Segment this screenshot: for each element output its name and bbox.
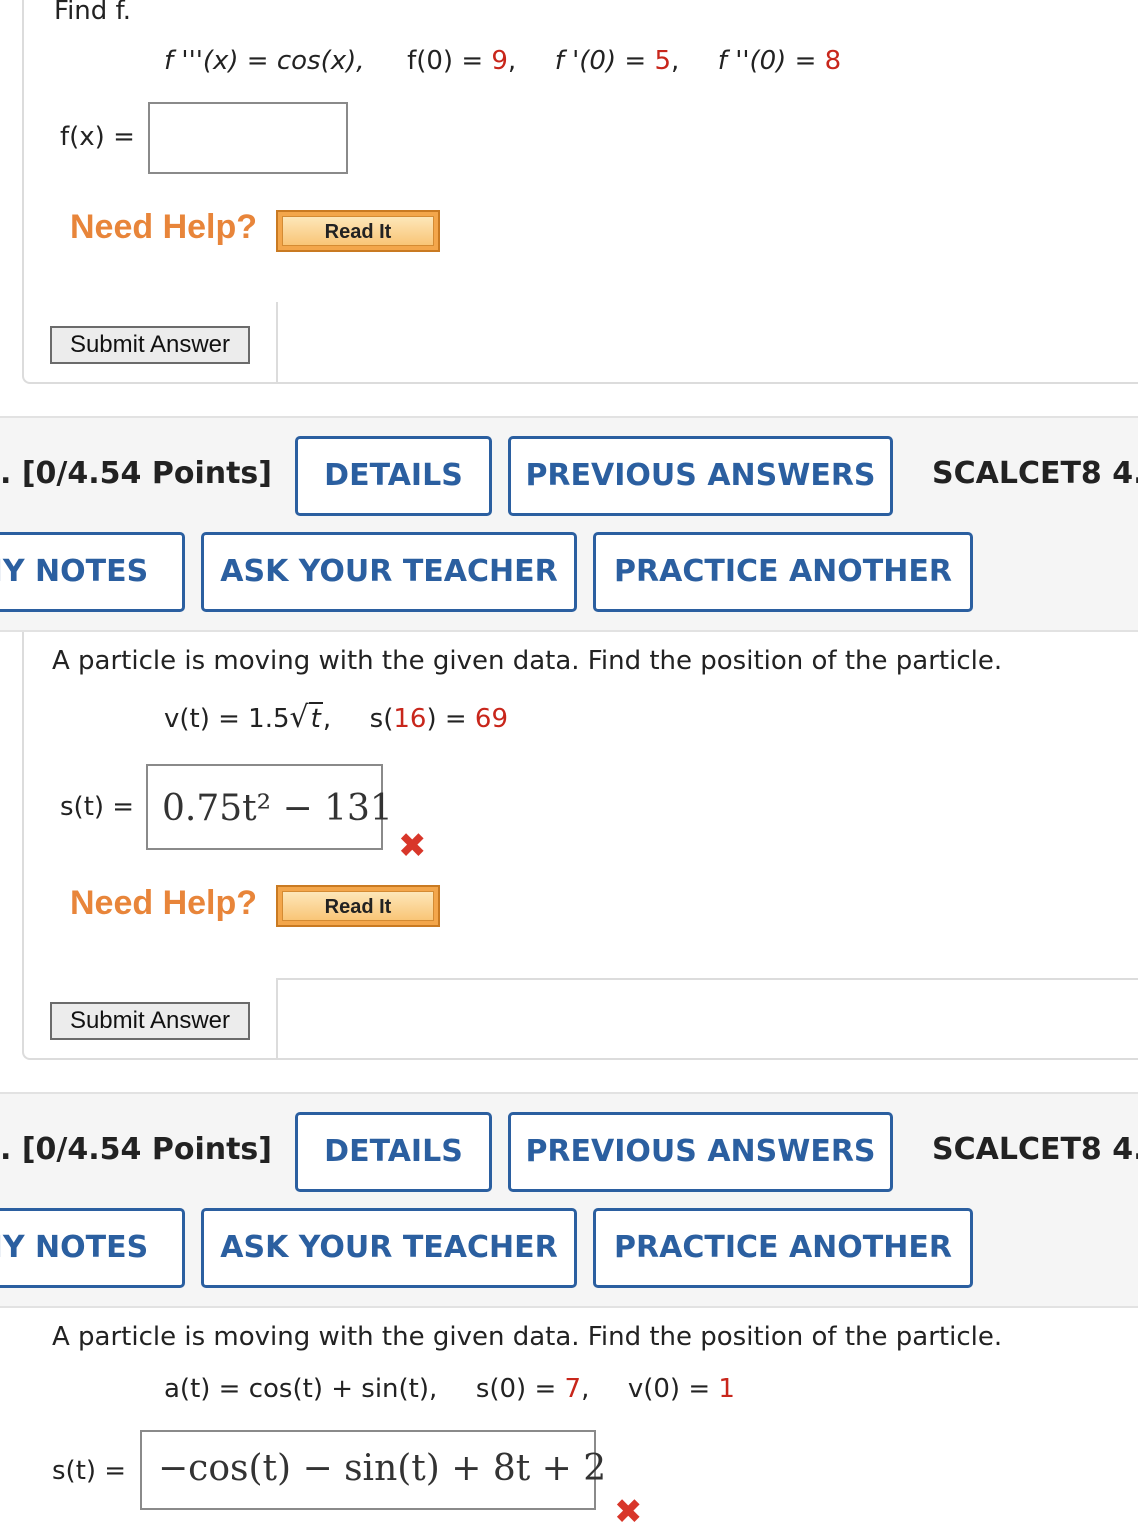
f0-value: 9 [491, 46, 508, 76]
v0-label: v(0) = [627, 1374, 719, 1404]
my-notes-label: MY NOTES [0, 554, 149, 589]
panel-notch-fill [278, 302, 1138, 382]
question-2-answer-input[interactable]: 0.75t² − 131 [146, 764, 393, 850]
question-1-submit-button[interactable]: Submit Answer [50, 326, 250, 364]
question-3-my-notes-button[interactable]: MY NOTES [0, 1208, 185, 1288]
question-3-answer-input[interactable]: −cos(t) − sin(t) + 8t + 2 [140, 1430, 606, 1510]
position-value: 69 [474, 704, 509, 734]
position-label-pre: s( [369, 704, 394, 734]
question-3-details-button[interactable]: DETAILS [295, 1112, 492, 1192]
acceleration-text: a(t) = cos(t) + sin(t), [164, 1374, 438, 1404]
my-notes-label: MY NOTES [0, 1230, 149, 1265]
sqrt-expression: √t [290, 700, 323, 735]
question-3-prompt: A particle is moving with the given data… [52, 1322, 1003, 1352]
panel-notch-edge [276, 978, 278, 1060]
incorrect-icon: ✖ [398, 826, 427, 866]
question-1-prompt: Find f. [54, 0, 132, 26]
question-2-need-help: Need Help? [70, 884, 258, 922]
question-2-course-code: SCALCET8 4.9 [932, 456, 1138, 491]
f1-label: f '(0) = [554, 46, 655, 76]
s0-value: 7 [564, 1374, 582, 1404]
position-label-post: ) = [426, 704, 475, 734]
f2-value: 8 [824, 46, 842, 76]
f2-label: f ''(0) = [717, 46, 825, 76]
f-triple-prime: f '''(x) = cos(x), [164, 46, 365, 76]
s0-label: s(0) = [475, 1374, 565, 1404]
question-1-given: f '''(x) = cos(x), f(0) = 9, f '(0) = 5,… [164, 46, 842, 76]
question-1-answer-label: f(x) = [60, 122, 135, 152]
question-2-submit-button[interactable]: Submit Answer [50, 1002, 250, 1040]
incorrect-icon: ✖ [614, 1492, 643, 1532]
panel-divider [278, 978, 1138, 980]
question-3-course-code: SCALCET8 4.9 [932, 1132, 1138, 1167]
position-arg: 16 [393, 704, 427, 734]
f1-value: 5 [654, 46, 671, 76]
question-1-need-help: Need Help? [70, 208, 258, 246]
question-2-ask-teacher-button[interactable]: ASK YOUR TEACHER [201, 532, 577, 612]
question-2-answer-value: 0.75t² − 131 [162, 788, 393, 829]
read-it-label: Read It [282, 891, 434, 921]
question-2-my-notes-button[interactable]: MY NOTES [0, 532, 185, 612]
question-2-previous-answers-button[interactable]: PREVIOUS ANSWERS [508, 436, 893, 516]
sqrt-icon: √ [289, 700, 309, 735]
read-it-label: Read It [282, 216, 434, 246]
question-3-points: . [0/4.54 Points] [0, 1132, 272, 1167]
question-3-previous-answers-button[interactable]: PREVIOUS ANSWERS [508, 1112, 893, 1192]
v0-value: 1 [718, 1374, 735, 1404]
question-2-points: . [0/4.54 Points] [0, 456, 272, 491]
panel-notch-edge [276, 302, 278, 384]
f0-label: f(0) = [407, 46, 492, 76]
velocity-label: v(t) = 1.5 [164, 704, 290, 734]
question-3-practice-another-button[interactable]: PRACTICE ANOTHER [593, 1208, 973, 1288]
question-3-given: a(t) = cos(t) + sin(t), s(0) = 7, v(0) =… [164, 1374, 735, 1404]
panel-notch-fill [278, 978, 1138, 1058]
question-2-practice-another-button[interactable]: PRACTICE ANOTHER [593, 532, 973, 612]
question-3-ask-teacher-button[interactable]: ASK YOUR TEACHER [201, 1208, 577, 1288]
question-1-read-it-button[interactable]: Read It [276, 210, 440, 252]
question-1-answer-input[interactable] [148, 102, 348, 174]
question-2-read-it-button[interactable]: Read It [276, 885, 440, 927]
question-3-answer-value: −cos(t) − sin(t) + 8t + 2 [158, 1448, 607, 1489]
question-2-details-button[interactable]: DETAILS [295, 436, 492, 516]
question-2-given: v(t) = 1.5√t, s(16) = 69 [164, 700, 509, 735]
question-2-prompt: A particle is moving with the given data… [52, 646, 1003, 676]
question-2-answer-label: s(t) = [60, 792, 135, 822]
sqrt-argument: t [308, 702, 323, 734]
question-3-answer-label: s(t) = [52, 1456, 127, 1486]
